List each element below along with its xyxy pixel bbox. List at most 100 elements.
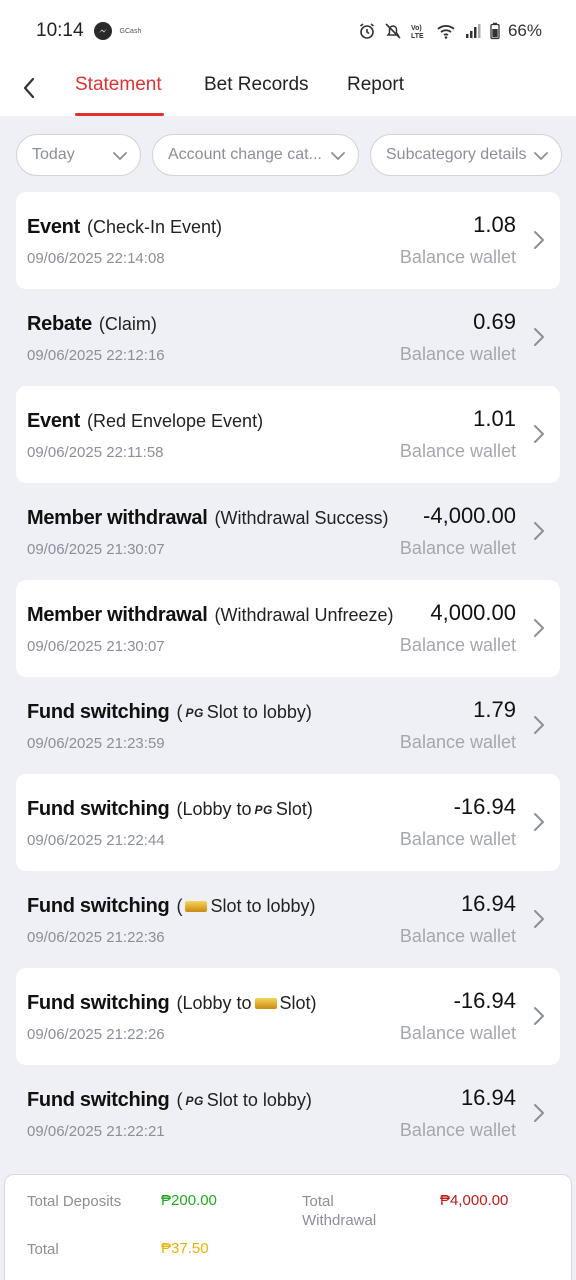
row-detail-suffix: Slot) — [275, 799, 313, 819]
row-detail: (Check-In Event) — [86, 217, 223, 237]
row-time: 09/06/2025 21:30:07 — [27, 541, 165, 558]
row-wallet: Balance wallet — [399, 926, 516, 946]
date-filter-dropdown[interactable]: Today — [16, 134, 141, 176]
row-amount: 1.08 — [473, 212, 516, 237]
row-type: Rebate — [27, 313, 92, 335]
summary-panel: Total Deposits ₱200.00 Total Withdrawal … — [4, 1174, 572, 1280]
row-detail: ( Slot to lobby) — [176, 896, 315, 917]
row-detail-prefix: ( — [176, 1090, 183, 1110]
jili-provider-logo — [185, 901, 208, 912]
row-wallet: Balance wallet — [399, 1120, 516, 1140]
subcategory-details-dropdown[interactable]: Subcategory details — [370, 134, 562, 176]
status-bar: 10:14 GCash Vo) LTE 66% — [0, 0, 576, 62]
tab-bet-records[interactable]: Bet Records — [204, 74, 309, 96]
chevron-right-icon — [534, 328, 544, 346]
row-detail-prefix: ( — [176, 896, 183, 916]
row-title: Member withdrawal (Withdrawal Unfreeze) — [27, 604, 394, 627]
total-withdrawal-label-line1: Total — [302, 1193, 334, 1210]
messenger-icon — [93, 22, 112, 40]
row-detail-prefix: (Lobby to — [176, 993, 252, 1013]
wifi-icon — [437, 25, 455, 39]
row-type: Fund switching — [27, 1089, 170, 1111]
row-time: 09/06/2025 21:22:44 — [27, 832, 165, 849]
account-change-category-dropdown[interactable]: Account change cat... — [152, 134, 359, 176]
account-change-category-label: Account change cat... — [168, 146, 322, 163]
row-wallet: Balance wallet — [399, 635, 516, 655]
date-filter-label: Today — [32, 146, 75, 163]
row-title: Fund switching ( Slot to lobby) — [27, 895, 316, 918]
pg-provider-logo: PG — [185, 1093, 204, 1108]
chevron-left-icon — [23, 77, 35, 99]
row-amount: 4,000.00 — [430, 600, 516, 625]
chevron-down-icon — [331, 152, 345, 160]
statement-row[interactable]: Fund switching ( PG Slot to lobby) 09/06… — [16, 677, 560, 774]
battery-percent: 66% — [507, 21, 542, 40]
row-type: Fund switching — [27, 992, 170, 1014]
statement-row[interactable]: Member withdrawal (Withdrawal Unfreeze) … — [16, 580, 560, 677]
statement-row[interactable]: Event (Red Envelope Event) 09/06/2025 22… — [16, 386, 560, 483]
row-detail: (Withdrawal Unfreeze) — [214, 605, 394, 625]
statement-row[interactable]: Rebate (Claim) 09/06/2025 22:12:16 0.69 … — [16, 289, 560, 386]
alarm-icon — [359, 23, 374, 39]
statement-row[interactable]: Event (Check-In Event) 09/06/2025 22:14:… — [16, 192, 560, 289]
row-title: Member withdrawal (Withdrawal Success) — [27, 507, 389, 530]
chevron-right-icon — [534, 425, 544, 443]
battery-icon — [490, 22, 500, 40]
row-time: 09/06/2025 21:22:21 — [27, 1123, 165, 1140]
statement-row[interactable]: Fund switching ( Slot to lobby) 09/06/20… — [16, 871, 560, 968]
row-time: 09/06/2025 22:12:16 — [27, 347, 165, 364]
total-withdrawal-label: Total Withdrawal — [302, 1192, 376, 1230]
volte-icon: Vo)LTE — [411, 25, 424, 40]
row-detail-suffix: Slot to lobby) — [206, 1090, 312, 1110]
row-time: 09/06/2025 21:22:26 — [27, 1026, 165, 1043]
row-wallet: Balance wallet — [399, 441, 516, 461]
total-deposits-label: Total Deposits — [27, 1193, 122, 1210]
total-withdrawal-label-line2: Withdrawal — [302, 1212, 377, 1229]
statement-row[interactable]: Fund switching (Lobby to PG Slot) 09/06/… — [16, 774, 560, 871]
chevron-right-icon — [534, 1104, 544, 1122]
total-value: ₱37.50 — [161, 1240, 209, 1257]
status-icons: Vo) LTE 66% — [358, 21, 542, 41]
row-detail: (Withdrawal Success) — [214, 508, 389, 528]
chevron-right-icon — [534, 716, 544, 734]
row-type: Fund switching — [27, 895, 170, 917]
row-detail: ( PG Slot to lobby) — [176, 1090, 311, 1111]
chevron-down-icon — [534, 152, 548, 160]
row-detail-suffix: Slot to lobby) — [210, 896, 316, 916]
row-amount: 16.94 — [460, 891, 516, 916]
statement-list: Event (Check-In Event) 09/06/2025 22:14:… — [16, 192, 560, 1162]
row-amount: 1.01 — [473, 406, 516, 431]
row-amount: 1.79 — [473, 697, 516, 722]
tab-report[interactable]: Report — [347, 74, 404, 96]
row-detail-prefix: ( — [176, 702, 183, 722]
row-detail: ( PG Slot to lobby) — [176, 702, 311, 723]
row-title: Event (Red Envelope Event) — [27, 410, 263, 433]
row-detail: (Red Envelope Event) — [86, 411, 264, 431]
chevron-right-icon — [534, 619, 544, 637]
chevron-right-icon — [534, 231, 544, 249]
row-detail: (Claim) — [98, 314, 157, 334]
row-detail: (Lobby to Slot) — [176, 993, 316, 1014]
svg-text:LTE: LTE — [411, 33, 424, 40]
row-time: 09/06/2025 22:14:08 — [27, 250, 165, 267]
active-tab-indicator — [75, 113, 164, 116]
tab-statement[interactable]: Statement — [75, 74, 162, 96]
back-button[interactable] — [14, 73, 44, 103]
row-type: Event — [27, 410, 80, 432]
filter-bar: Today Account change cat... Subcategory … — [0, 134, 576, 176]
row-title: Fund switching (Lobby to Slot) — [27, 992, 317, 1015]
row-wallet: Balance wallet — [399, 247, 516, 267]
pg-provider-logo: PG — [254, 802, 273, 817]
statement-row[interactable]: Fund switching ( PG Slot to lobby) 09/06… — [16, 1065, 560, 1162]
row-amount: -16.94 — [453, 794, 516, 819]
row-detail-prefix: (Lobby to — [176, 799, 252, 819]
subcategory-details-label: Subcategory details — [386, 146, 527, 163]
svg-text:Vo): Vo) — [411, 25, 422, 32]
row-amount: 16.94 — [460, 1085, 516, 1110]
statement-row[interactable]: Member withdrawal (Withdrawal Success) 0… — [16, 483, 560, 580]
row-time: 09/06/2025 22:11:58 — [27, 444, 164, 461]
row-wallet: Balance wallet — [399, 344, 516, 364]
row-type: Fund switching — [27, 701, 170, 723]
row-title: Rebate (Claim) — [27, 313, 157, 336]
statement-row[interactable]: Fund switching (Lobby to Slot) 09/06/202… — [16, 968, 560, 1065]
